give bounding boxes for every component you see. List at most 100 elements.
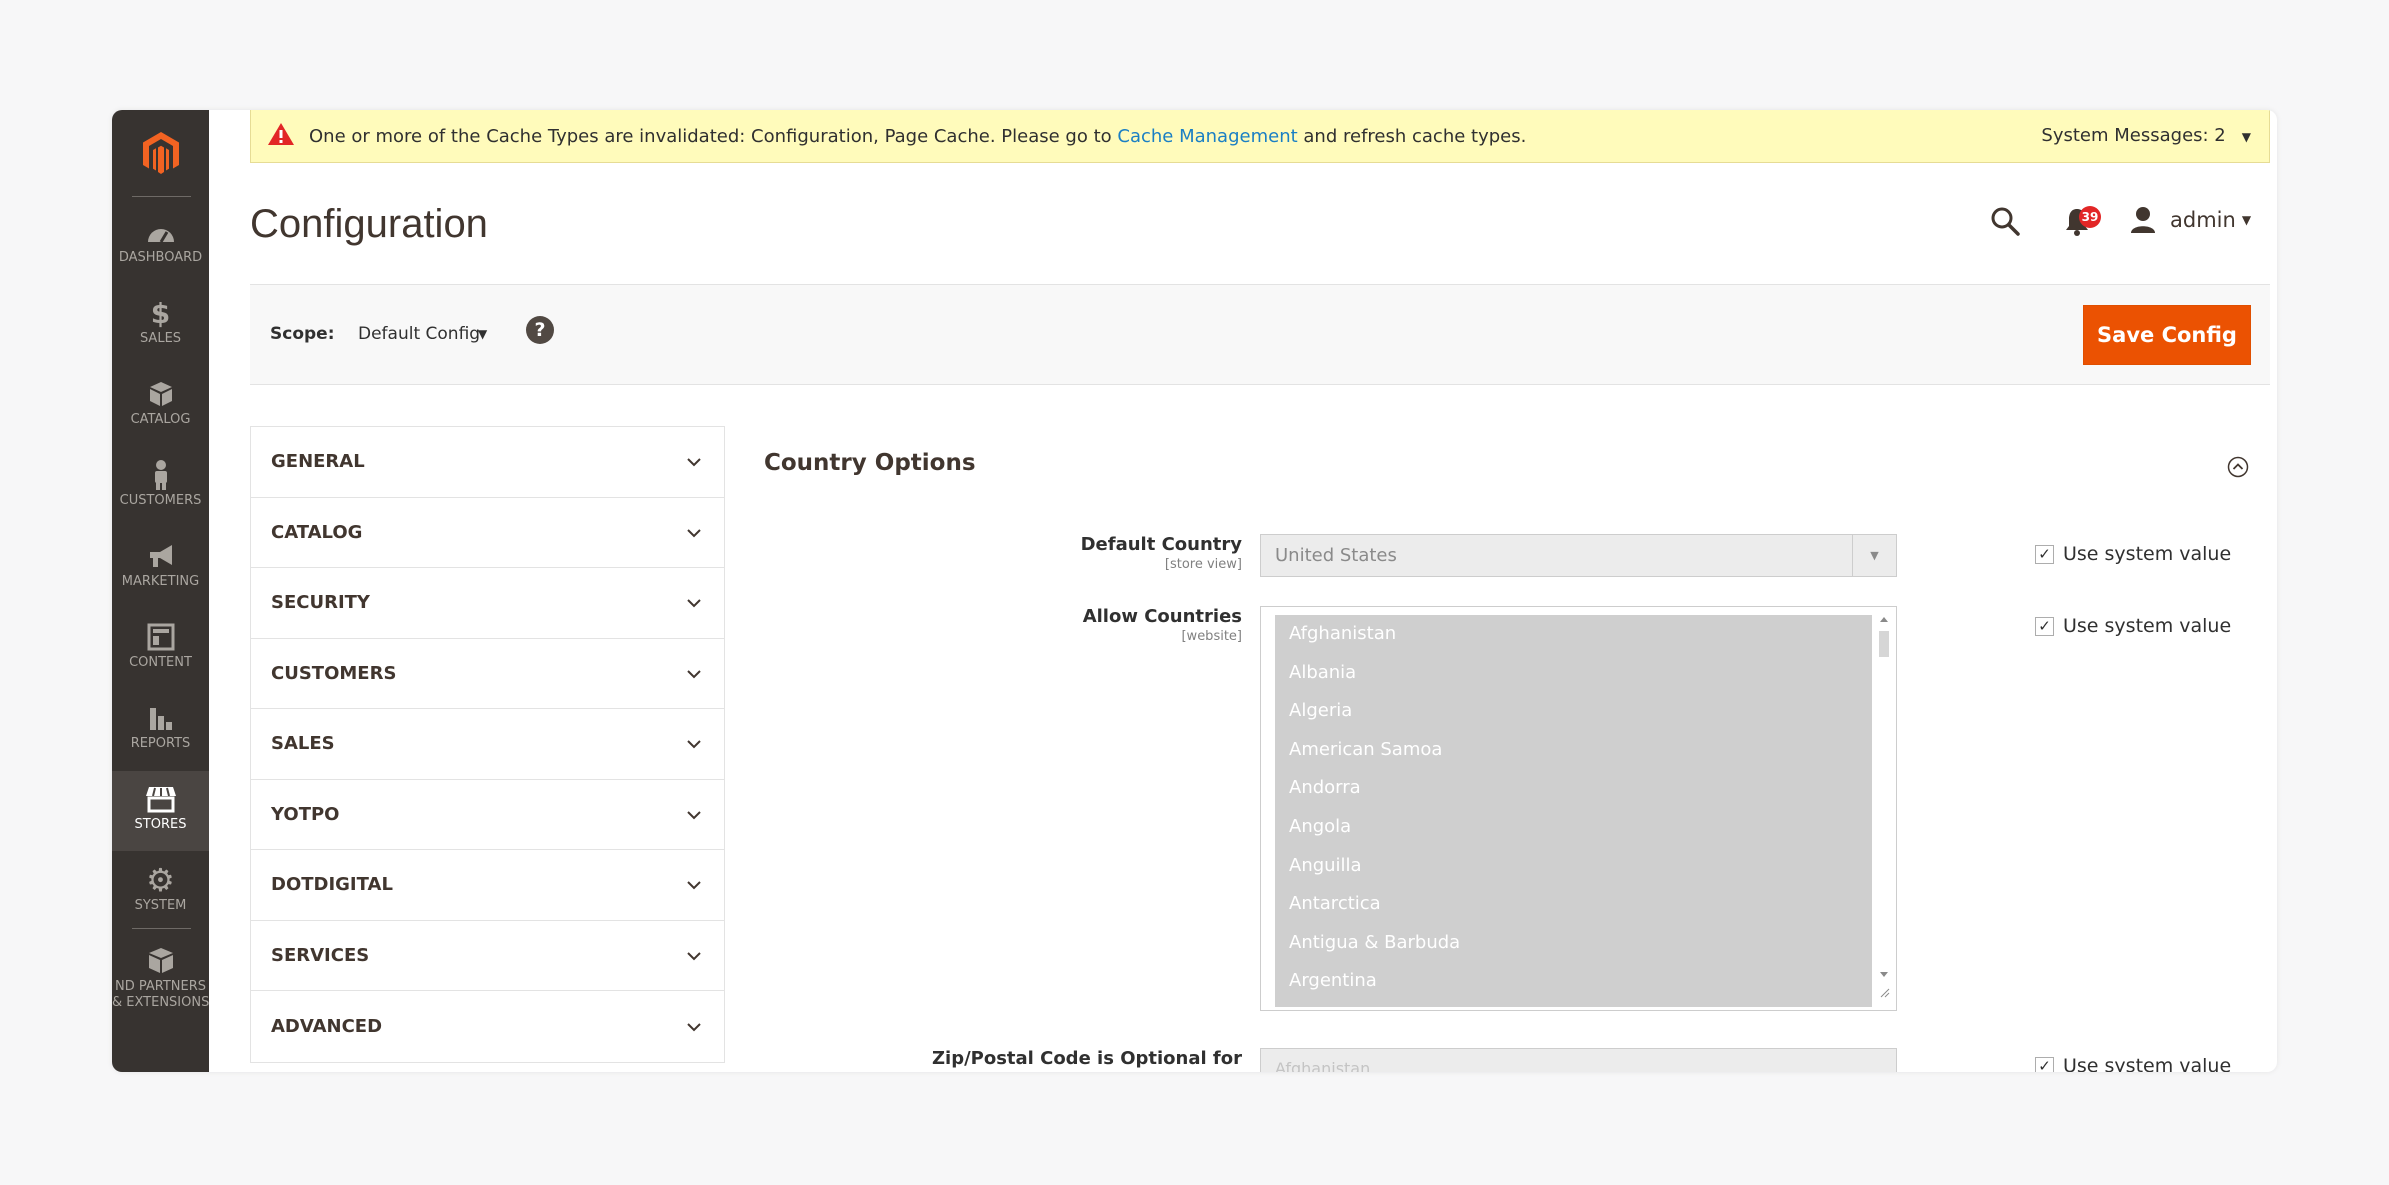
nav-reports[interactable]: REPORTS xyxy=(112,690,209,770)
default-country-select[interactable]: United States ▼ xyxy=(1260,534,1897,577)
chevron-down-icon: ▼ xyxy=(2241,130,2251,144)
chevron-down-icon: ▼ xyxy=(1852,535,1896,576)
magento-logo-icon xyxy=(142,132,179,174)
layout-icon xyxy=(112,619,209,655)
message-text-after: and refresh cache types. xyxy=(1303,125,1527,147)
system-messages-count: System Messages: 2 xyxy=(2041,125,2226,146)
chevron-down-icon xyxy=(686,1016,702,1037)
allow-countries-multiselect[interactable]: Afghanistan Albania Algeria American Sam… xyxy=(1260,606,1897,1011)
help-icon[interactable]: ? xyxy=(526,316,554,344)
default-country-use-system[interactable]: ✓ Use system value xyxy=(2035,543,2231,565)
config-tabs: GENERAL CATALOG SECURITY CUSTOMERS SALES… xyxy=(250,426,725,1063)
save-config-button[interactable]: Save Config xyxy=(2083,305,2251,365)
warning-icon xyxy=(267,122,295,151)
list-item[interactable]: Andorra xyxy=(1275,769,1872,808)
notification-badge: 39 xyxy=(2079,206,2101,228)
chevron-down-icon xyxy=(686,874,702,895)
nav-customers[interactable]: CUSTOMERS xyxy=(112,447,209,527)
allow-countries-list: Afghanistan Albania Algeria American Sam… xyxy=(1275,615,1872,1007)
bar-chart-icon xyxy=(112,700,209,736)
cache-management-link[interactable]: Cache Management xyxy=(1117,126,1297,147)
nav-content[interactable]: CONTENT xyxy=(112,609,209,689)
allow-countries-scope: [website] xyxy=(1181,629,1242,644)
checkbox-checked-icon[interactable]: ✓ xyxy=(2035,544,2054,564)
tab-sales[interactable]: SALES xyxy=(251,709,724,780)
chevron-down-icon[interactable]: ▼ xyxy=(478,327,487,341)
search-icon[interactable] xyxy=(1990,206,2020,240)
tab-label: SECURITY xyxy=(271,592,370,614)
nav-dashboard[interactable]: DASHBOARD xyxy=(112,204,209,284)
logo-divider xyxy=(132,196,191,197)
nav-marketing[interactable]: MARKETING xyxy=(112,528,209,608)
section-title[interactable]: Country Options xyxy=(764,450,976,476)
nav-system-label: SYSTEM xyxy=(134,898,187,913)
use-system-label: Use system value xyxy=(2063,1055,2232,1072)
nav-content-label: CONTENT xyxy=(129,655,192,670)
chevron-down-icon xyxy=(686,592,702,613)
tab-label: SERVICES xyxy=(271,944,370,966)
gear-icon: ⚙ xyxy=(146,861,175,899)
tab-customers[interactable]: CUSTOMERS xyxy=(251,639,724,709)
default-country-value: United States xyxy=(1275,545,1397,566)
list-item[interactable]: Afghanistan xyxy=(1275,615,1872,654)
tab-label: ADVANCED xyxy=(271,1015,383,1037)
nav-partners-label-1: ND PARTNERS xyxy=(114,979,207,994)
zip-optional-use-system[interactable]: ✓ Use system value xyxy=(2035,1055,2231,1072)
chevron-down-icon xyxy=(686,733,702,754)
tab-services[interactable]: SERVICES xyxy=(251,921,724,991)
dollar-icon: $ xyxy=(150,296,171,330)
chevron-down-icon xyxy=(686,663,702,684)
zip-optional-multiselect[interactable]: Afghanistan xyxy=(1260,1048,1897,1072)
checkbox-checked-icon[interactable]: ✓ xyxy=(2035,1056,2054,1072)
nav-sales-label: SALES xyxy=(139,331,182,346)
nav-system[interactable]: ⚙ SYSTEM xyxy=(112,852,209,932)
system-messages-toggle[interactable]: System Messages: 2 ▼ xyxy=(2041,125,2251,146)
system-message-bar: One or more of the Cache Types are inval… xyxy=(250,110,2270,163)
nav-reports-label: REPORTS xyxy=(130,736,191,751)
tab-security[interactable]: SECURITY xyxy=(251,568,724,639)
scope-bar: Scope: Default Config ▼ ? Save Config xyxy=(250,285,2270,385)
nav-partners-extensions[interactable]: ND PARTNERS & EXTENSIONS xyxy=(112,933,209,1023)
default-country-scope: [store view] xyxy=(1164,557,1242,572)
user-menu[interactable]: admin ▼ xyxy=(2130,206,2251,234)
tab-general[interactable]: GENERAL xyxy=(251,427,724,498)
nav-sales[interactable]: $ SALES xyxy=(112,285,209,365)
magento-logo[interactable] xyxy=(112,110,209,198)
list-item[interactable]: American Samoa xyxy=(1275,731,1872,770)
person-icon xyxy=(112,457,209,493)
nav-catalog-label: CATALOG xyxy=(130,412,191,427)
list-item[interactable]: Antigua & Barbuda xyxy=(1275,924,1872,963)
tab-label: GENERAL xyxy=(271,451,365,473)
tab-catalog[interactable]: CATALOG xyxy=(251,498,724,568)
user-icon xyxy=(2131,207,2155,233)
scrollbar[interactable] xyxy=(1878,615,1890,999)
list-item[interactable]: Anguilla xyxy=(1275,847,1872,886)
scope-switcher[interactable]: Default Config xyxy=(358,324,480,344)
allow-countries-use-system[interactable]: ✓ Use system value xyxy=(2035,615,2231,637)
tab-advanced[interactable]: ADVANCED xyxy=(251,991,724,1062)
nav-partners-label-2: & EXTENSIONS xyxy=(112,995,209,1010)
list-item[interactable]: Antarctica xyxy=(1275,885,1872,924)
list-item[interactable]: Algeria xyxy=(1275,692,1872,731)
storefront-icon xyxy=(112,781,209,817)
tab-label: DOTDIGITAL xyxy=(271,874,393,896)
use-system-label: Use system value xyxy=(2063,615,2232,637)
nav-catalog[interactable]: CATALOG xyxy=(112,366,209,446)
list-item[interactable]: Albania xyxy=(1275,654,1872,693)
nav-stores-label: STORES xyxy=(134,817,187,832)
tab-dotdigital[interactable]: DOTDIGITAL xyxy=(251,850,724,921)
chevron-down-icon xyxy=(686,451,702,472)
nav-dashboard-label: DASHBOARD xyxy=(118,250,203,265)
scope-label: Scope: xyxy=(270,324,335,344)
chevron-down-icon: ▼ xyxy=(2241,213,2252,227)
list-item[interactable]: Argentina xyxy=(1275,962,1872,1001)
zip-optional-label: Zip/Postal Code is Optional for xyxy=(931,1048,1242,1069)
checkbox-checked-icon[interactable]: ✓ xyxy=(2035,616,2054,636)
allow-countries-label: Allow Countries xyxy=(1082,606,1242,627)
nav-stores[interactable]: STORES xyxy=(112,771,209,851)
tab-yotpo[interactable]: YOTPO xyxy=(251,780,724,850)
cubes-icon xyxy=(112,943,209,979)
chevron-down-icon xyxy=(686,804,702,825)
collapse-icon[interactable] xyxy=(2227,456,2249,478)
list-item[interactable]: Angola xyxy=(1275,808,1872,847)
